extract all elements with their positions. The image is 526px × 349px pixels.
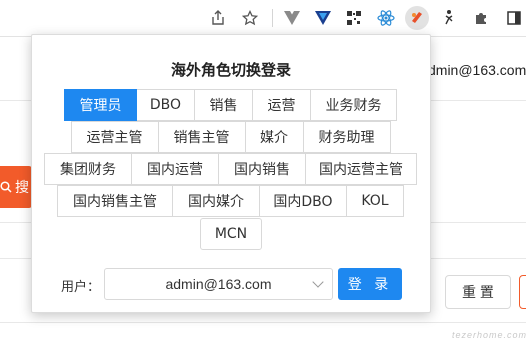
browser-toolbar xyxy=(0,0,526,37)
role-sales-manager[interactable]: 销售主管 xyxy=(157,121,246,153)
role-domestic-sales[interactable]: 国内销售 xyxy=(218,153,306,185)
heart-shield-icon[interactable] xyxy=(311,6,335,30)
vue-devtools-icon[interactable] xyxy=(280,6,304,30)
page-divider xyxy=(0,322,526,323)
active-extension-icon[interactable] xyxy=(405,6,429,30)
role-row: 国内销售主管 国内媒介 国内DBO KOL xyxy=(32,185,430,217)
search-icon xyxy=(0,181,12,193)
role-domestic-operations-manager[interactable]: 国内运营主管 xyxy=(305,153,417,185)
query-button[interactable] xyxy=(519,275,526,309)
popup-title: 海外角色切换登录 xyxy=(170,62,291,79)
watermark: tezerhome.com xyxy=(452,330,526,340)
role-sales[interactable]: 销售 xyxy=(194,89,253,121)
react-icon[interactable] xyxy=(374,6,398,30)
role-row: MCN xyxy=(32,218,430,250)
role-dbo[interactable]: DBO xyxy=(136,89,195,121)
reset-button[interactable]: 重 置 xyxy=(445,275,511,309)
search-button[interactable]: 搜 xyxy=(0,166,32,208)
role-group-finance[interactable]: 集团财务 xyxy=(44,153,132,185)
role-domestic-operations[interactable]: 国内运营 xyxy=(131,153,219,185)
role-domestic-dbo[interactable]: 国内DBO xyxy=(259,185,347,217)
role-row: 集团财务 国内运营 国内销售 国内运营主管 xyxy=(32,153,430,185)
role-domestic-media[interactable]: 国内媒介 xyxy=(172,185,260,217)
account-email: dmin@163.com xyxy=(428,62,526,78)
qr-code-icon[interactable] xyxy=(342,6,366,30)
role-admin[interactable]: 管理员 xyxy=(64,89,137,121)
role-operations-manager[interactable]: 运营主管 xyxy=(70,121,159,153)
chevron-down-icon xyxy=(312,276,324,288)
role-media[interactable]: 媒介 xyxy=(244,121,304,153)
user-select[interactable]: admin@163.com xyxy=(104,268,333,300)
role-domestic-sales-manager[interactable]: 国内销售主管 xyxy=(57,185,173,217)
search-button-label: 搜 xyxy=(15,179,29,195)
puzzle-icon[interactable] xyxy=(470,6,494,30)
role-row: 管理员 DBO 销售 运营 业务财务 xyxy=(32,89,430,121)
toolbar-separator xyxy=(272,9,273,27)
role-switch-popup: 海外角色切换登录 管理员 DBO 销售 运营 业务财务 运营主管 销售主管 媒介… xyxy=(31,34,431,313)
share-icon[interactable] xyxy=(206,6,230,30)
role-kol[interactable]: KOL xyxy=(346,185,404,217)
role-finance-assistant[interactable]: 财务助理 xyxy=(302,121,391,153)
role-business-finance[interactable]: 业务财务 xyxy=(310,89,397,121)
role-operations[interactable]: 运营 xyxy=(252,89,311,121)
star-icon[interactable] xyxy=(238,6,262,30)
sidebar-icon[interactable] xyxy=(502,6,526,30)
user-select-value: admin@163.com xyxy=(165,276,272,292)
user-label: 用户： xyxy=(61,280,101,295)
runner-icon[interactable] xyxy=(437,6,461,30)
role-mcn[interactable]: MCN xyxy=(200,218,262,250)
login-button[interactable]: 登 录 xyxy=(338,268,402,300)
role-row: 运营主管 销售主管 媒介 财务助理 xyxy=(32,121,430,153)
